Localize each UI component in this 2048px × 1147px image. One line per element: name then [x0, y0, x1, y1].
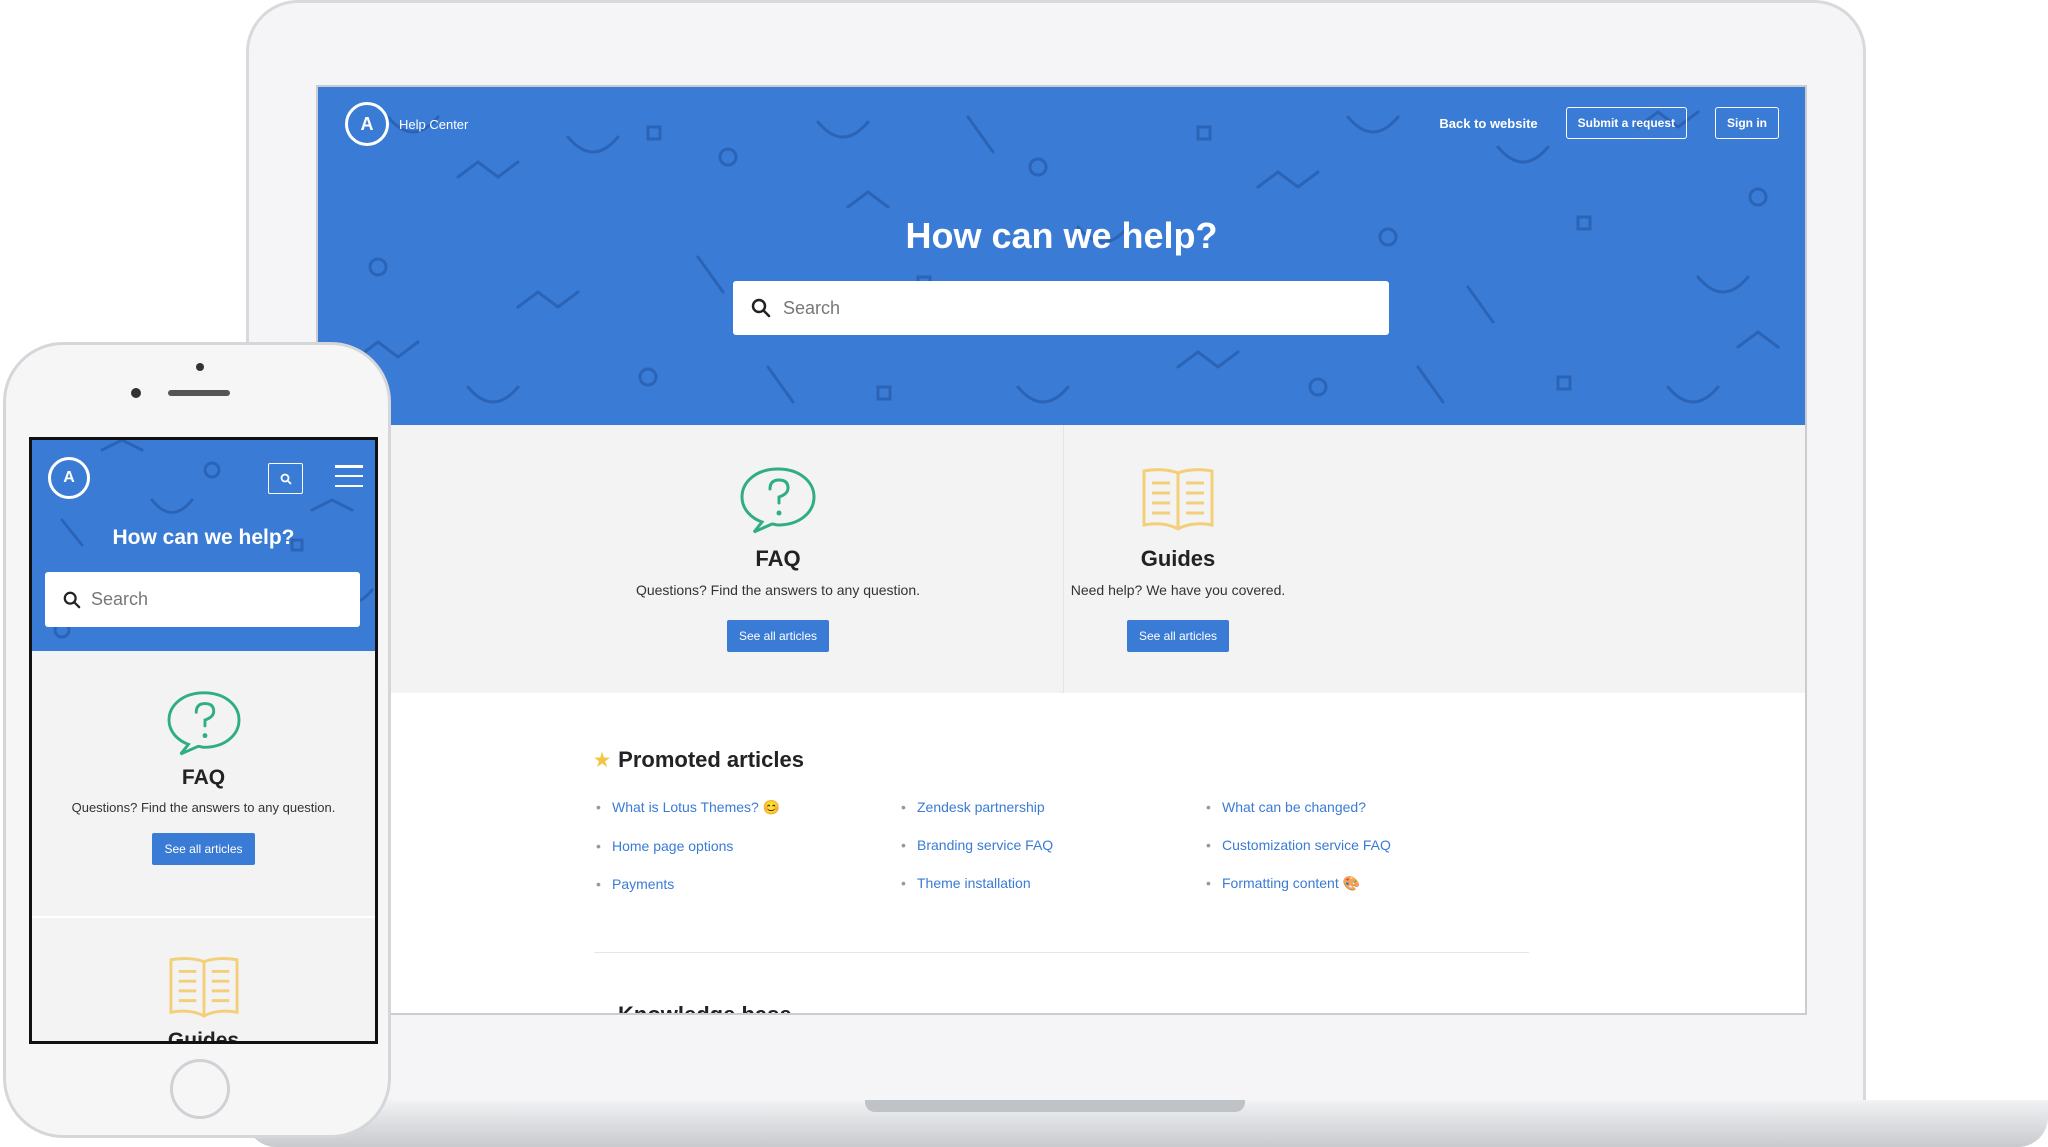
logo-icon: A [345, 102, 389, 146]
top-nav: Back to website Submit a request Sign in [1439, 107, 1779, 139]
promoted-list: What is Lotus Themes? 😊 Home page option… [594, 799, 1534, 914]
sign-in-button[interactable]: Sign in [1715, 107, 1779, 139]
see-all-articles-button[interactable]: See all articles [1126, 620, 1230, 652]
promoted-article-link[interactable]: Home page options [594, 838, 899, 854]
star-icon: ★ [594, 749, 611, 770]
hero-banner: A Help Center Back to website Submit a r… [318, 87, 1805, 425]
categories: FAQ Questions? Find the answers to any q… [318, 425, 1805, 693]
submit-request-button[interactable]: Submit a request [1565, 107, 1687, 139]
category-title: FAQ [181, 766, 226, 789]
brand-text: Help Center [399, 116, 469, 132]
promoted-article-link[interactable]: Formatting content 🎨 [1204, 875, 1509, 892]
laptop-screen: A Help Center Back to website Submit a r… [316, 85, 1807, 1015]
category-title: Guides [167, 1029, 240, 1044]
open-book-icon [168, 957, 239, 1018]
promoted-column: What is Lotus Themes? 😊 Home page option… [594, 799, 899, 914]
category-guides[interactable]: Guides [32, 918, 375, 1044]
promoted-articles: ★ Promoted articles What is Lotus Themes… [594, 747, 1534, 914]
hero-title: How can we help? [112, 526, 295, 549]
category-description: Questions? Find the answers to any quest… [635, 582, 921, 598]
promoted-header: ★ Promoted articles [594, 747, 1534, 773]
promoted-article-link[interactable]: Zendesk partnership [899, 799, 1204, 815]
question-bubble-icon [740, 467, 816, 534]
search-icon [63, 591, 81, 608]
phone-home-button[interactable] [170, 1059, 230, 1119]
search-input[interactable]: Search [45, 572, 360, 627]
hero-title: How can we help? [905, 215, 1218, 256]
category-guides[interactable]: Guides Need help? We have you covered. S… [978, 425, 1378, 693]
search-icon [751, 298, 771, 318]
see-all-articles-button[interactable]: See all articles [152, 833, 255, 865]
laptop-notch [865, 1100, 1245, 1112]
phone-sensor [196, 363, 204, 371]
back-to-website-link[interactable]: Back to website [1439, 116, 1537, 131]
search-toggle-button[interactable] [268, 463, 303, 494]
promoted-column: Zendesk partnership Branding service FAQ… [899, 799, 1204, 914]
search-icon [280, 473, 292, 485]
logo-icon[interactable]: A [48, 457, 90, 499]
promoted-article-link[interactable]: Customization service FAQ [1204, 837, 1509, 853]
category-faq[interactable]: FAQ Questions? Find the answers to any q… [578, 425, 978, 693]
knowledge-base-title: Knowledge base [618, 1002, 792, 1015]
category-description: Need help? We have you covered. [1070, 582, 1286, 598]
category-title: FAQ [755, 546, 801, 571]
phone-frame: A How can we help? Search FAQ Questions?… [3, 342, 391, 1138]
search-input[interactable]: Search [733, 281, 1389, 335]
search-placeholder: Search [91, 589, 149, 609]
promoted-title: Promoted articles [618, 747, 804, 772]
category-title: Guides [1140, 546, 1216, 571]
phone-screen: A How can we help? Search FAQ Questions?… [29, 437, 378, 1044]
promoted-article-link[interactable]: Payments [594, 876, 899, 892]
brand[interactable]: A Help Center [345, 102, 468, 146]
open-book-icon [1142, 468, 1214, 531]
section-divider [594, 952, 1529, 953]
search-placeholder: Search [783, 297, 841, 318]
hamburger-menu-icon[interactable] [335, 465, 363, 487]
mobile-hero: A How can we help? Search [32, 440, 375, 651]
category-faq[interactable]: FAQ Questions? Find the answers to any q… [32, 651, 375, 916]
phone-camera [131, 388, 141, 398]
category-description: Questions? Find the answers to any quest… [71, 800, 336, 815]
phone-speaker [168, 390, 230, 396]
promoted-article-link[interactable]: What can be changed? [1204, 799, 1509, 815]
promoted-article-link[interactable]: Theme installation [899, 875, 1204, 891]
question-bubble-icon [167, 691, 240, 756]
promoted-article-link[interactable]: Branding service FAQ [899, 837, 1204, 853]
see-all-articles-button[interactable]: See all articles [726, 620, 830, 652]
promoted-column: What can be changed? Customization servi… [1204, 799, 1509, 914]
promoted-article-link[interactable]: What is Lotus Themes? 😊 [594, 799, 899, 816]
